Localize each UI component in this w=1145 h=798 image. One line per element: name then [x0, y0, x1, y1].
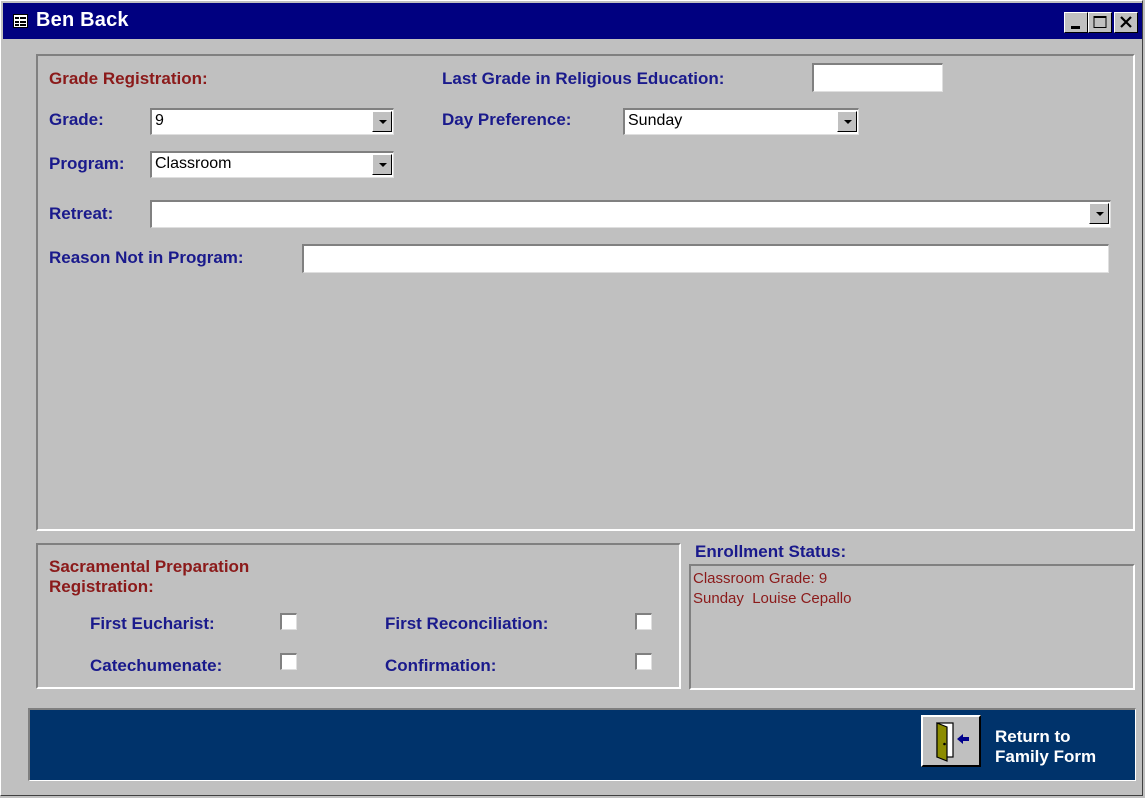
chevron-down-icon[interactable]: [837, 111, 857, 132]
enrollment-status-line2: Sunday Louise Cepallo: [693, 590, 852, 607]
maximize-button[interactable]: [1088, 12, 1112, 33]
last-grade-label: Last Grade in Religious Education:: [442, 69, 725, 88]
last-grade-input[interactable]: [812, 63, 943, 92]
day-preference-label: Day Preference:: [442, 110, 572, 129]
form-icon: [13, 14, 28, 28]
return-to-family-form-button[interactable]: [921, 715, 981, 767]
first-eucharist-label: First Eucharist:: [90, 614, 215, 633]
enrollment-status-line1: Classroom Grade: 9: [693, 570, 828, 587]
return-label-line2: Family Form: [995, 747, 1097, 766]
return-label-line1: Return to: [995, 727, 1071, 746]
door-exit-icon: [936, 722, 969, 762]
catechumenate-label: Catechumenate:: [90, 656, 223, 675]
sacramental-heading-line1: Sacramental Preparation: [49, 557, 250, 576]
sacramental-heading-line2: Registration:: [49, 577, 154, 596]
minimize-button[interactable]: [1064, 12, 1088, 33]
first-reconciliation-label: First Reconciliation:: [385, 614, 549, 633]
grade-registration-heading: Grade Registration:: [49, 69, 208, 88]
window-title: Ben Back: [36, 9, 129, 31]
day-preference-select[interactable]: Sunday: [623, 108, 859, 135]
chevron-down-icon[interactable]: [372, 111, 392, 132]
program-select[interactable]: Classroom: [150, 151, 394, 178]
program-value: Classroom: [155, 155, 232, 172]
retreat-select[interactable]: [150, 200, 1111, 228]
first-eucharist-checkbox[interactable]: [280, 613, 297, 630]
first-reconciliation-checkbox[interactable]: [635, 613, 652, 630]
confirmation-label: Confirmation:: [385, 656, 497, 675]
grade-value: 9: [155, 112, 164, 129]
chevron-down-icon[interactable]: [1089, 203, 1109, 224]
reason-not-in-program-label: Reason Not in Program:: [49, 248, 244, 267]
catechumenate-checkbox[interactable]: [280, 653, 297, 670]
program-label: Program:: [49, 154, 125, 173]
reason-not-in-program-input[interactable]: [302, 244, 1109, 273]
grade-label: Grade:: [49, 110, 104, 129]
chevron-down-icon[interactable]: [372, 154, 392, 175]
enrollment-status-heading: Enrollment Status:: [695, 542, 847, 561]
app-window: Ben Back Grade Registration: Last Grade …: [0, 0, 1143, 796]
grade-select[interactable]: 9: [150, 108, 394, 135]
maximize-icon: [1093, 16, 1107, 28]
day-preference-value: Sunday: [628, 112, 683, 129]
sacramental-heading: Sacramental Preparation Registration:: [49, 557, 249, 597]
confirmation-checkbox[interactable]: [635, 653, 652, 670]
title-bar[interactable]: Ben Back: [3, 3, 1142, 39]
return-to-family-form-label[interactable]: Return to Family Form: [995, 727, 1096, 767]
close-icon: [1120, 16, 1132, 28]
close-button[interactable]: [1114, 12, 1138, 33]
minimize-icon: [1071, 26, 1080, 29]
enrollment-status-box: Classroom Grade: 9 Sunday Louise Cepallo: [689, 564, 1135, 690]
retreat-label: Retreat:: [49, 204, 114, 223]
